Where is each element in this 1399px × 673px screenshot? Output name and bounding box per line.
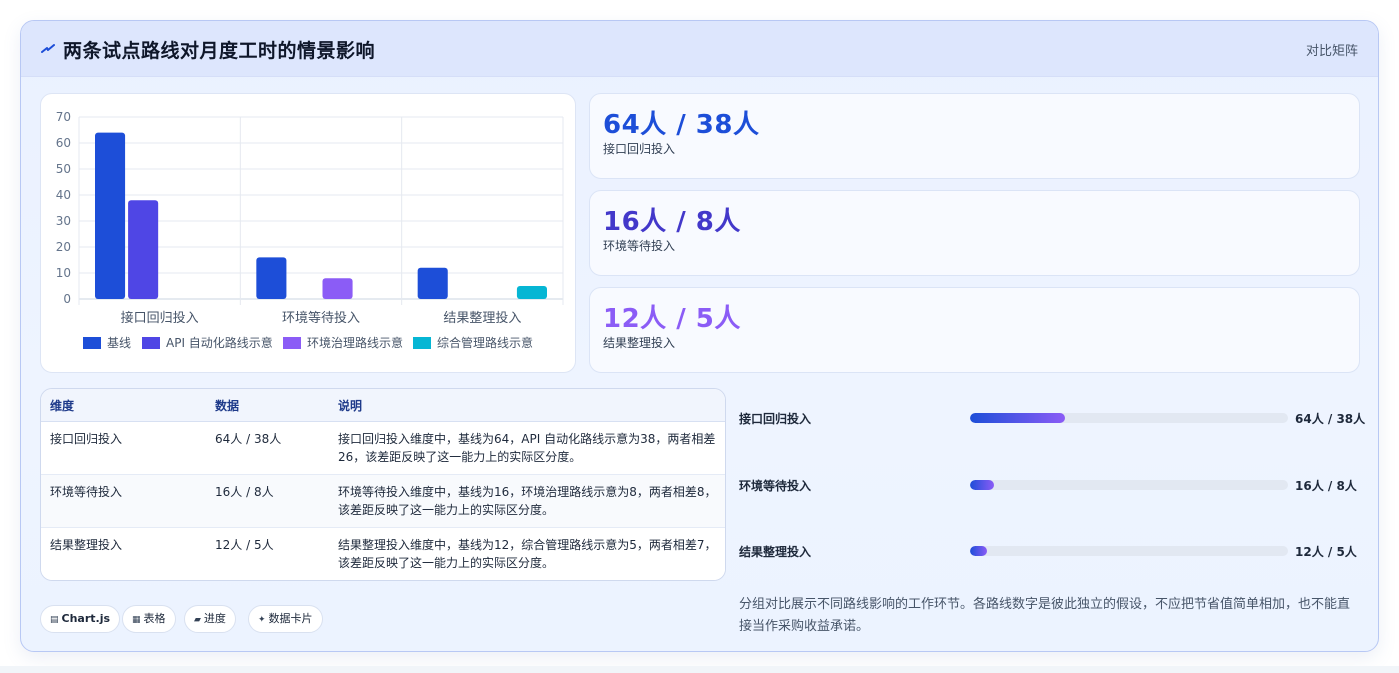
table-cell: 接口回归投入维度中，基线为64，API 自动化路线示意为38，两者相差26，该差… xyxy=(338,432,716,464)
pill-label: Chart.js xyxy=(61,612,111,625)
legend-label: API 自动化路线示意 xyxy=(166,335,273,350)
y-tick-label: 20 xyxy=(56,240,71,254)
legend-swatch xyxy=(83,337,101,349)
page-bottom-edge xyxy=(0,666,1399,673)
sparkle-icon: ✦ xyxy=(258,615,266,625)
y-tick-label: 40 xyxy=(56,188,71,202)
table-cell: 64人 / 38人 xyxy=(215,432,282,446)
bar-chart-panel: 70 60 50 40 30 20 10 0 接口回归投入 环境等待投入 结果整理投入基线 API 自… xyxy=(40,93,576,373)
bar xyxy=(95,132,126,299)
legend-swatch xyxy=(413,337,431,349)
progress-row: 接口回归投入 64人 / 38人 xyxy=(739,408,1366,428)
progress-pill[interactable]: ▰ 进度 xyxy=(184,605,236,633)
page-title: 两条试点路线对月度工时的情景影响 xyxy=(63,40,376,62)
table-icon: ▦ xyxy=(132,615,141,625)
legend-label: 综合管理路线示意 xyxy=(437,335,533,350)
legend-label: 环境治理路线示意 xyxy=(307,335,403,350)
legend-label: 基线 xyxy=(107,336,131,350)
progress-track xyxy=(970,413,1288,423)
y-tick-label: 70 xyxy=(56,110,71,124)
table-cell: 结果整理投入 xyxy=(50,538,123,552)
y-tick-label: 10 xyxy=(56,266,71,280)
compare-matrix-link[interactable]: 对比矩阵 xyxy=(1306,40,1358,59)
column-header: 说明 xyxy=(338,399,363,413)
legend-swatch xyxy=(142,337,160,349)
progress-track xyxy=(970,546,1288,556)
y-tick-label: 0 xyxy=(63,292,71,306)
pill-label: 数据卡片 xyxy=(268,612,313,625)
column-header: 维度 xyxy=(50,399,75,413)
pill-label: 表格 xyxy=(143,612,166,625)
bar-chart: 70 60 50 40 30 20 10 0 接口回归投入 环境等待投入 结果整理投入基线 API 自… xyxy=(56,110,564,350)
legend-swatch xyxy=(283,337,301,349)
x-tick-label: 环境等待投入 xyxy=(282,310,360,326)
progress-value: 16人 / 8人 xyxy=(1295,479,1357,493)
chartjs-pill[interactable]: ▤ Chart.js xyxy=(40,605,121,633)
table-cell: 接口回归投入 xyxy=(50,432,123,446)
progress-row: 结果整理投入 12人 / 5人 xyxy=(739,541,1364,561)
kpi-value: 12人 / 5人 xyxy=(603,304,741,334)
table-row: 结果整理投入 12人 / 5人 结果整理投入维度中，基线为12，综合管理路线示意… xyxy=(41,528,725,580)
table-pill[interactable]: ▦ 表格 xyxy=(122,605,176,633)
table-row: 接口回归投入 64人 / 38人 接口回归投入维度中，基线为64，API 自动化… xyxy=(41,422,725,475)
progress-label: 环境等待投入 xyxy=(739,479,812,493)
card-header: 两条试点路线对月度工时的情景影响 对比矩阵 xyxy=(21,21,1378,77)
kpi-label: 结果整理投入 xyxy=(603,336,676,350)
bar xyxy=(256,257,287,299)
data-card-pill[interactable]: ✦ 数据卡片 xyxy=(248,605,323,633)
kpi-card: 12人 / 5人 结果整理投入 xyxy=(589,287,1360,373)
kpi-card: 64人 / 38人 接口回归投入 xyxy=(589,93,1360,179)
y-tick-label: 60 xyxy=(56,136,71,150)
y-tick-label: 30 xyxy=(56,214,71,228)
progress-label: 接口回归投入 xyxy=(739,412,812,426)
progress-value: 64人 / 38人 xyxy=(1295,412,1366,426)
bar xyxy=(417,267,448,299)
main-card: 两条试点路线对月度工时的情景影响 对比矩阵 70 60 50 40 30 20 10 0 接口回… xyxy=(20,20,1379,652)
data-table: 维度 数据 说明 接口回归投入 64人 / 38人 接口回归投入维度中，基线为6… xyxy=(40,388,726,581)
table-cell: 环境等待投入 xyxy=(50,485,123,499)
table-row: 环境等待投入 16人 / 8人 环境等待投入维度中，基线为16，环境治理路线示意… xyxy=(41,475,725,528)
kpi-value: 64人 / 38人 xyxy=(603,110,760,140)
pill-label: 进度 xyxy=(203,612,226,625)
table-cell: 12人 / 5人 xyxy=(215,538,274,552)
footnote: 分组对比展示不同路线影响的工作环节。各路线数字是彼此独立的假设，不应把节省值简单… xyxy=(739,597,1351,634)
bar xyxy=(322,278,353,299)
kpi-label: 接口回归投入 xyxy=(603,142,676,156)
progress-fill xyxy=(970,480,994,490)
y-tick-label: 50 xyxy=(56,162,71,176)
spark-bolt-icon xyxy=(41,44,55,53)
table-cell: 结果整理投入维度中，基线为12，综合管理路线示意为5，两者相差7，该差距反映了这… xyxy=(338,538,717,570)
progress-value: 12人 / 5人 xyxy=(1295,545,1357,559)
kpi-label: 环境等待投入 xyxy=(603,239,676,253)
kpi-card: 16人 / 8人 环境等待投入 xyxy=(589,190,1360,276)
progress-fill xyxy=(970,546,988,556)
table-cell: 16人 / 8人 xyxy=(215,485,274,499)
table-cell: 环境等待投入维度中，基线为16，环境治理路线示意为8，两者相差8，该差距反映了这… xyxy=(338,485,717,517)
progress-label: 结果整理投入 xyxy=(739,545,812,559)
table-header-row: 维度 数据 说明 xyxy=(41,389,725,422)
bar xyxy=(128,200,159,299)
progress-fill xyxy=(970,413,1066,423)
x-tick-label: 结果整理投入 xyxy=(443,310,521,326)
kpi-value: 16人 / 8人 xyxy=(603,207,741,237)
column-header: 数据 xyxy=(215,399,240,413)
progress-row: 环境等待投入 16人 / 8人 xyxy=(739,475,1364,495)
bar xyxy=(516,286,547,299)
chart-icon: ▤ xyxy=(50,615,59,625)
progress-icon: ▰ xyxy=(194,615,201,625)
progress-track xyxy=(970,480,1288,490)
x-tick-label: 接口回归投入 xyxy=(121,310,199,326)
